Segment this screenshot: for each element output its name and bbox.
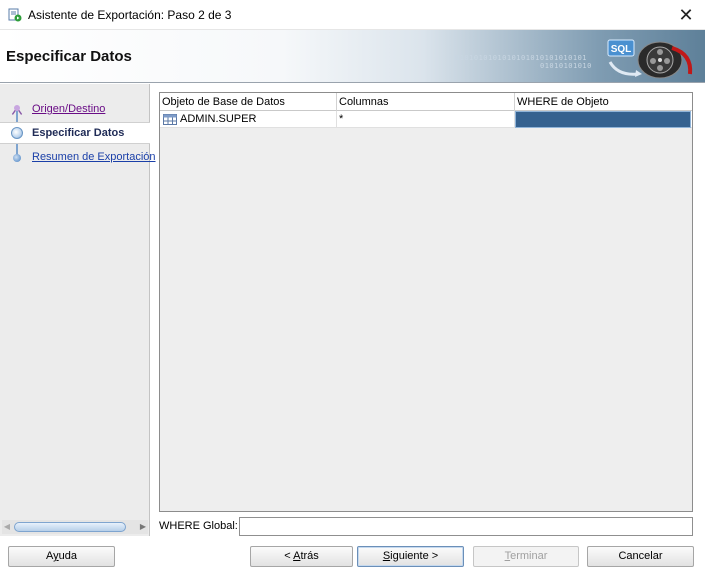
cell-columns[interactable]: *: [337, 111, 515, 128]
binary-decoration: 0101010101010101010101010101 01010101010: [455, 54, 592, 70]
where-global-label: WHERE Global:: [159, 520, 238, 532]
title-bar: Asistente de Exportación: Paso 2 de 3 ✕: [0, 0, 705, 30]
next-button[interactable]: Siguiente >: [357, 546, 464, 567]
table-row[interactable]: ADMIN.SUPER *: [160, 111, 692, 128]
step-visited-icon: [11, 105, 23, 116]
steps-horizontal-scrollbar[interactable]: ◀ ▶: [2, 520, 148, 534]
cell-object[interactable]: ADMIN.SUPER: [160, 111, 337, 128]
where-global-input[interactable]: [239, 517, 693, 536]
table-icon: [163, 114, 177, 125]
step-especificar-datos[interactable]: Especificar Datos: [0, 122, 150, 144]
object-name: ADMIN.SUPER: [180, 113, 257, 125]
help-button[interactable]: Ayuda: [8, 546, 115, 567]
scroll-right-icon[interactable]: ▶: [138, 520, 148, 534]
step-label: Especificar Datos: [32, 127, 125, 139]
step-pending-icon: [13, 154, 21, 162]
cancel-button[interactable]: Cancelar: [587, 546, 694, 567]
column-header-columnas[interactable]: Columnas: [337, 93, 515, 111]
wizard-steps-panel: Origen/Destino Especificar Datos Resumen…: [0, 84, 156, 536]
header-banner: Especificar Datos 0101010101010101010101…: [0, 30, 705, 83]
step-resumen-exportacion[interactable]: Resumen de Exportación: [0, 147, 156, 169]
finish-button: Terminar: [473, 546, 579, 567]
sql-film-reel-icon: SQL: [607, 39, 693, 79]
close-icon[interactable]: ✕: [675, 4, 697, 26]
window-title: Asistente de Exportación: Paso 2 de 3: [28, 8, 232, 22]
step-current-icon: [11, 127, 23, 139]
step-label[interactable]: Resumen de Exportación: [32, 151, 156, 163]
export-wizard-icon: [8, 8, 22, 22]
step-label[interactable]: Origen/Destino: [32, 103, 105, 115]
page-title: Especificar Datos: [6, 48, 132, 65]
column-header-where-objeto[interactable]: WHERE de Objeto: [515, 93, 692, 111]
scroll-thumb[interactable]: [14, 522, 126, 532]
table-header: Objeto de Base de Datos Columnas WHERE d…: [160, 93, 692, 111]
objects-table: Objeto de Base de Datos Columnas WHERE d…: [159, 92, 693, 512]
back-button[interactable]: < Atrás: [250, 546, 353, 567]
cell-where-objeto[interactable]: [515, 111, 691, 128]
column-header-objeto[interactable]: Objeto de Base de Datos: [160, 93, 337, 111]
svg-text:SQL: SQL: [611, 44, 632, 55]
scroll-left-icon[interactable]: ◀: [2, 520, 12, 534]
step-origen-destino[interactable]: Origen/Destino: [0, 99, 150, 121]
